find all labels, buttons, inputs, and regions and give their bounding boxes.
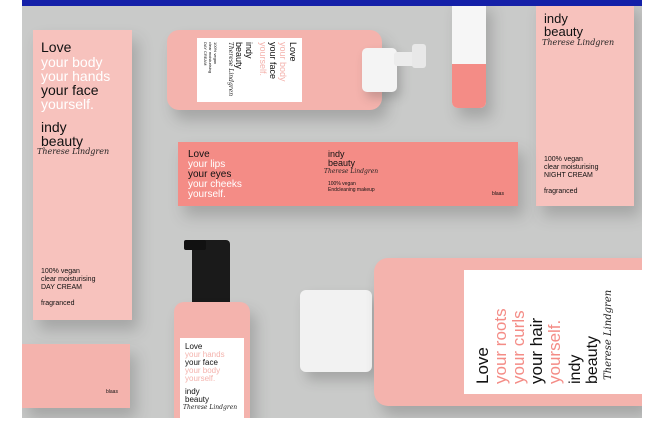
label-signature: Therese Lindgren (227, 42, 234, 97)
label-text-your-hair: your hair (527, 317, 546, 384)
desc-cleaning: Endcleaning makeup (328, 187, 375, 193)
product-flatlay-scene: Love your body your hands your face your… (22, 0, 642, 418)
box-text-yourself: yourself. (188, 189, 226, 200)
desc-moisturising: clear moisturising (544, 164, 599, 171)
signature-logo: Therese Lindgren (37, 147, 110, 156)
label-brand-beauty: beauty (234, 42, 244, 70)
small-box: blaas (22, 344, 130, 408)
label-desc-moisturising: clear moisturising (208, 42, 213, 74)
box-text-yourself: yourself. (41, 96, 94, 112)
label-text-love: Love (288, 42, 298, 62)
pump-tip-white (412, 44, 426, 68)
pump-head-white (362, 48, 397, 92)
desc-fragranced: fragranced (544, 188, 578, 195)
desc-vegan: 100% vegan (544, 156, 583, 163)
label-desc-vegan: 100% vegan (213, 42, 218, 65)
box-small-text: blaas (492, 191, 504, 197)
label-text-yourself: yourself. (185, 374, 216, 383)
signature-logo: Therese Lindgren (542, 38, 615, 47)
bottle-label: Love your hands your face your body your… (180, 338, 244, 418)
pump-bottle-vertical: Love your hands your face your body your… (174, 302, 250, 418)
box-small-text: blaas (106, 389, 118, 395)
label-text-your-curls: your curls (509, 310, 528, 384)
top-accent-bar (22, 0, 642, 6)
label-brand-beauty: beauty (584, 335, 601, 384)
brand-beauty: beauty (544, 24, 584, 39)
label-brand-indy: indy (244, 42, 254, 59)
vertical-tube (452, 0, 486, 108)
signature-logo: Therese Lindgren (324, 168, 379, 175)
label-text-your-roots: your roots (491, 308, 510, 384)
bottle-label: Love your body your face yourself. indy … (197, 38, 302, 102)
label-text-love: Love (473, 347, 492, 384)
bottle-cap-white (300, 290, 372, 372)
night-cream-box: indy beauty Therese Lindgren 100% vegan … (536, 0, 634, 206)
label-desc-day-cream: DAY CREAM (203, 42, 208, 66)
desc-moisturising: clear moisturising (41, 276, 96, 283)
label-brand-indy: indy (567, 354, 584, 384)
desc-vegan: 100% vegan (41, 268, 80, 275)
pump-nozzle-black (184, 240, 206, 250)
pump-bottle-horizontal: Love your body your face yourself. indy … (167, 30, 382, 110)
tube-cap (452, 64, 486, 108)
label-text-your-body: your body (278, 42, 288, 82)
label-signature: Therese Lindgren (183, 404, 238, 411)
day-cream-box: Love your body your hands your face your… (33, 30, 132, 320)
label-signature: Therese Lindgren (603, 289, 614, 380)
box-text-love: Love (41, 39, 72, 55)
desc-fragranced: fragranced (41, 300, 75, 307)
eye-makeup-box: Love your lips your eyes your cheeks you… (178, 142, 518, 206)
label-text-your-face: your face (268, 42, 278, 80)
desc-night-cream: NIGHT CREAM (544, 172, 593, 179)
label-text-yourself: yourself. (258, 42, 268, 77)
desc-day-cream: DAY CREAM (41, 284, 82, 291)
label-text-yourself: yourself. (545, 319, 564, 384)
